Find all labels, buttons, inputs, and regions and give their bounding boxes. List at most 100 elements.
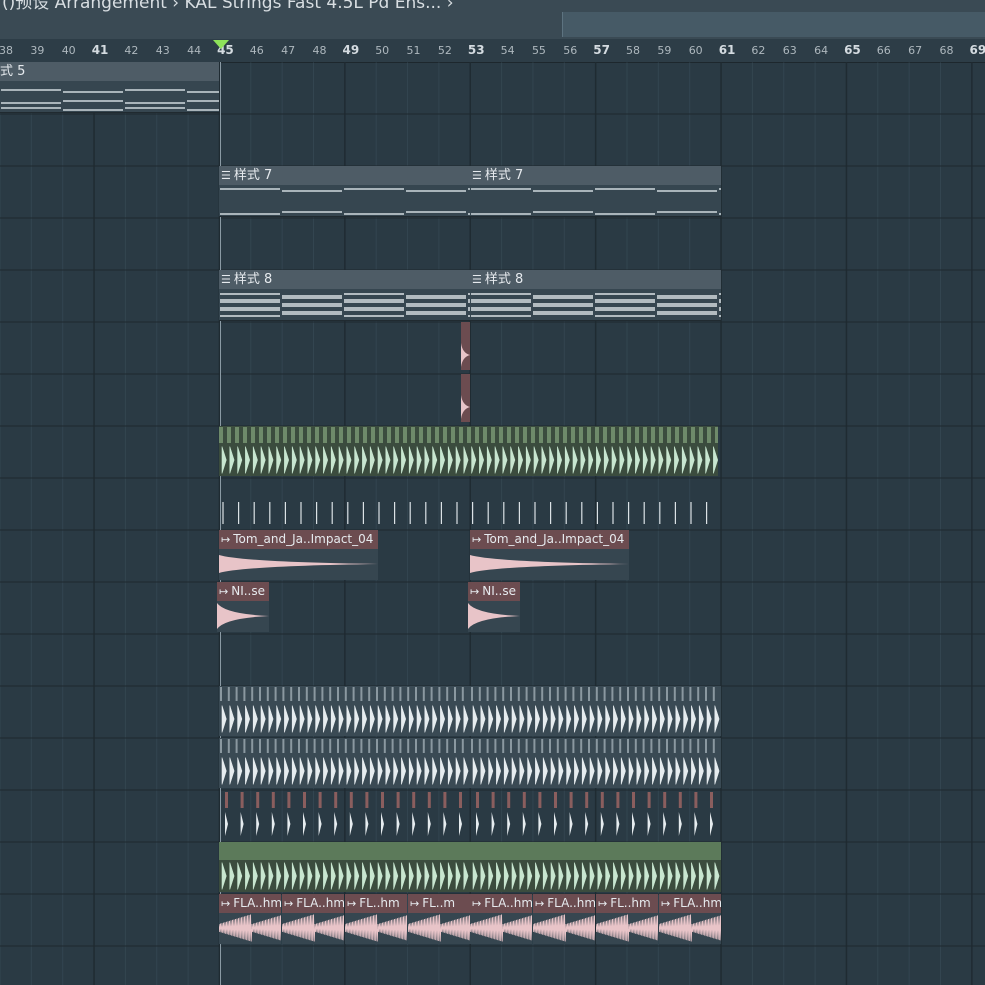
audio-clip[interactable] <box>461 374 470 422</box>
clip-slice <box>710 792 713 808</box>
clip-slice <box>579 427 583 443</box>
clip-slice <box>531 427 535 443</box>
ruler-bar-46: 46 <box>249 44 264 57</box>
clip-header[interactable]: ↦ FLA..hm <box>659 894 721 913</box>
clip-slice <box>334 792 338 808</box>
clip-header[interactable]: ↦ FL..hm <box>345 894 407 913</box>
clip-label: 式 5 <box>0 64 26 79</box>
clip-slice <box>491 792 495 808</box>
pattern-clip-icon: ☰ <box>221 273 231 286</box>
audio-clip[interactable] <box>470 790 721 840</box>
clip-slice <box>365 792 369 808</box>
waveform <box>427 812 431 836</box>
waveform <box>240 812 244 836</box>
clip-slice <box>412 792 416 808</box>
clip-label: FLA..hm <box>673 896 721 910</box>
audio-clip[interactable] <box>219 686 470 736</box>
clip-header[interactable]: ☰ 样式 8 <box>219 270 470 289</box>
timeline-ruler[interactable]: 38 39 40 41 42 43 44 45 46 47 48 49 50 51 52 53 54 55 56 57… <box>0 39 985 63</box>
ruler-bar-55: 55 <box>531 44 546 57</box>
pattern-clip[interactable]: ☰ 样式 8 <box>470 270 721 321</box>
clip-slice <box>411 427 415 443</box>
clip-slice <box>256 792 260 808</box>
audio-clip[interactable]: ↦ Tom_and_Ja..Impact_04 <box>219 530 378 580</box>
audio-clip[interactable]: ↦ FLA..hm <box>659 894 721 944</box>
clip-header[interactable]: ☰ 样式 7 <box>219 166 470 185</box>
clip-header[interactable]: ↦ NI..se <box>217 582 269 601</box>
audio-clip[interactable] <box>219 790 470 840</box>
clip-content <box>596 914 658 942</box>
clip-header[interactable]: ↦ NI..se <box>468 582 520 601</box>
pattern-clip[interactable]: ☰式 5 <box>0 62 219 113</box>
audio-clip[interactable] <box>219 738 470 788</box>
audio-clip[interactable]: ↦ FLA..hm <box>470 894 532 944</box>
waveform <box>472 705 720 733</box>
clip-slice <box>271 792 275 808</box>
waveform <box>632 812 635 836</box>
clip-header[interactable]: ☰式 5 <box>0 62 219 81</box>
audio-clip[interactable]: ↦ NI..se <box>468 582 520 632</box>
clip-header[interactable]: ↦ FL..hm <box>596 894 658 913</box>
waveform <box>408 914 470 942</box>
pattern-clip[interactable]: ☰ 样式 7 <box>470 166 721 217</box>
audio-clip-icon: ↦ <box>221 897 231 910</box>
audio-clip[interactable]: ↦ FL..hm <box>345 894 407 944</box>
ruler-bar-44: 44 <box>187 44 202 57</box>
pattern-clip[interactable]: ☰ 样式 8 <box>219 270 470 321</box>
ruler-bar-64: 64 <box>814 44 829 57</box>
audio-clip[interactable] <box>461 322 470 370</box>
clip-slice <box>555 427 559 443</box>
clip-header[interactable]: ↦ FLA..hm <box>470 894 532 913</box>
clip-header[interactable]: ☰ 样式 8 <box>470 270 721 289</box>
waveform <box>365 812 369 836</box>
clip-header[interactable]: ☰ 样式 7 <box>470 166 721 185</box>
audio-clip[interactable]: ↦ Tom_and_Ja..Impact_04 <box>470 530 629 580</box>
clip-header[interactable]: ↦ Tom_and_Ja..Impact_04 <box>219 530 378 549</box>
clip-content <box>472 862 720 890</box>
clip-content <box>470 555 629 573</box>
audio-clip[interactable] <box>219 478 718 528</box>
audio-clip[interactable] <box>219 426 718 476</box>
playhead-marker-icon[interactable] <box>213 40 229 49</box>
audio-clip[interactable]: ↦ FL..hm <box>596 894 658 944</box>
clip-content <box>461 343 470 367</box>
audio-clip-icon: ↦ <box>661 897 671 910</box>
clip-content <box>345 914 407 942</box>
clip-slice <box>259 427 263 443</box>
audio-clip[interactable]: ↦ FL..m <box>408 894 470 944</box>
waveform <box>585 812 589 836</box>
audio-clip[interactable]: ↦ FLA..hm <box>219 894 281 944</box>
waveform <box>459 812 462 836</box>
audio-clip[interactable] <box>470 738 721 788</box>
clip-header-bar <box>470 842 721 860</box>
clip-slice <box>619 427 623 443</box>
clip-slice <box>349 792 353 808</box>
clip-content <box>219 427 718 443</box>
audio-clip[interactable] <box>219 842 470 892</box>
clip-slice <box>515 427 519 443</box>
waveform <box>303 812 306 836</box>
clip-content <box>472 757 720 785</box>
clip-content <box>220 293 470 317</box>
audio-clip[interactable]: ↦ NI..se <box>217 582 269 632</box>
clip-header[interactable]: ↦ FL..m <box>408 894 470 913</box>
clip-content <box>461 395 470 419</box>
audio-clip[interactable]: ↦ FLA..hm <box>282 894 344 944</box>
clip-slice <box>243 427 247 443</box>
clip-header[interactable]: ↦ FLA..hm <box>219 894 281 913</box>
audio-clip[interactable]: ↦ FLA..hm <box>533 894 595 944</box>
pattern-clip[interactable]: ☰ 样式 7 <box>219 166 470 217</box>
audio-clip[interactable] <box>470 686 721 736</box>
audio-clip[interactable] <box>470 842 721 892</box>
clip-header[interactable]: ↦ FLA..hm <box>282 894 344 913</box>
ruler-bar-60: 60 <box>688 44 703 57</box>
clip-header[interactable]: ↦ FLA..hm <box>533 894 595 913</box>
clip-slice <box>443 427 447 443</box>
clip-slice <box>635 427 639 443</box>
playlist-overview[interactable] <box>562 12 985 37</box>
clip-header[interactable]: ↦ Tom_and_Ja..Impact_04 <box>470 530 629 549</box>
ruler-bar-66: 66 <box>876 44 891 57</box>
ruler-bar-39: 39 <box>30 44 45 57</box>
clip-slice <box>251 427 255 443</box>
waveform <box>491 812 495 836</box>
